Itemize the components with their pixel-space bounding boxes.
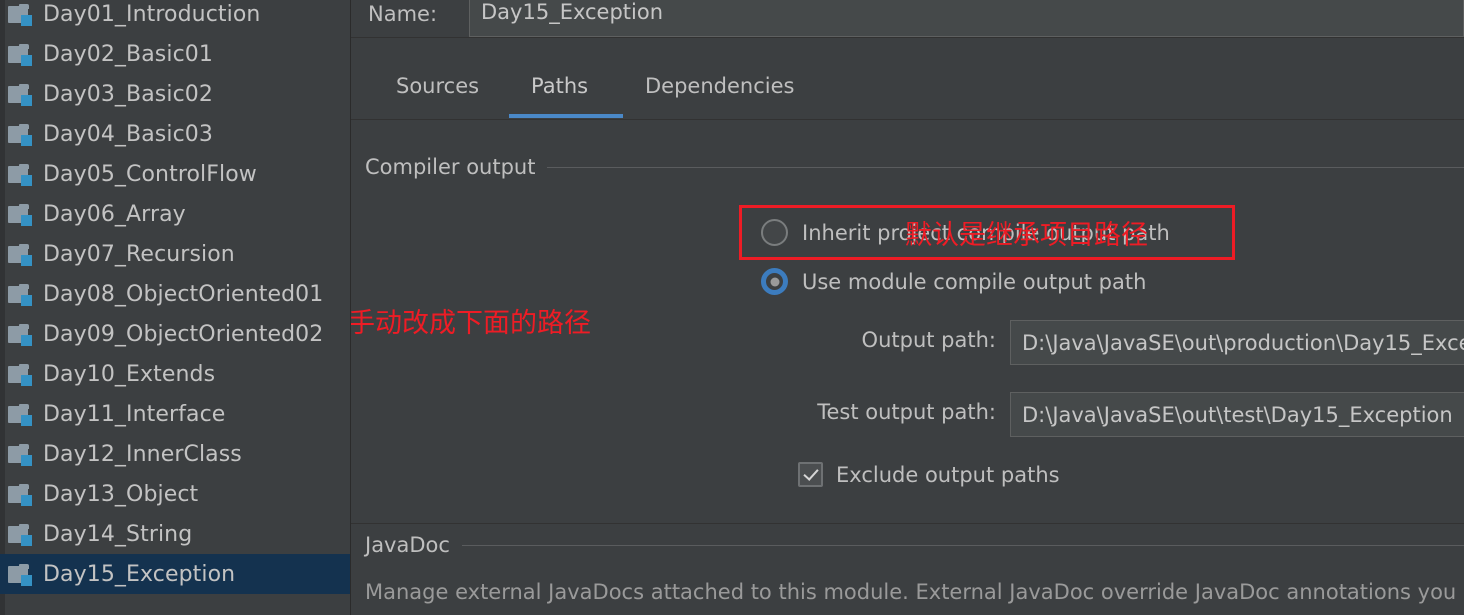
test-output-path-row: Test output path: D:\Java\JavaSE\out\tes… (351, 392, 1464, 437)
tabs-bottom-border (351, 119, 1464, 120)
folder-module-icon (8, 163, 34, 186)
javadoc-divider (351, 523, 1464, 524)
test-output-path-label: Test output path: (817, 400, 996, 424)
module-tree-item[interactable]: Day06_Array (0, 194, 350, 234)
module-tree-item[interactable]: Day14_String (0, 514, 350, 554)
exclude-output-paths-label: Exclude output paths (836, 462, 1060, 487)
detail-tabs[interactable]: Sources Paths Dependencies (351, 38, 1464, 120)
javadoc-description: Manage external JavaDocs attached to thi… (365, 580, 1457, 604)
folder-module-icon (8, 443, 34, 466)
exclude-output-paths-checkbox[interactable] (798, 462, 823, 487)
module-name-row: Name: Day15_Exception (351, 0, 1464, 37)
module-tree-item[interactable]: Day07_Recursion (0, 234, 350, 274)
module-tree-item-label: Day04_Basic03 (43, 121, 213, 147)
folder-module-icon (8, 3, 34, 26)
module-tree-item[interactable]: Day10_Extends (0, 354, 350, 394)
module-tree-item[interactable]: Day01_Introduction (0, 0, 350, 34)
folder-module-icon (8, 363, 34, 386)
javadoc-title: JavaDoc (365, 533, 450, 557)
tab-dependencies[interactable]: Dependencies (645, 74, 794, 98)
module-tree-item[interactable]: Day09_ObjectOriented02 (0, 314, 350, 354)
module-tree-item-label: Day14_String (43, 521, 193, 547)
output-path-row: Output path: D:\Java\JavaSE\out\producti… (351, 320, 1464, 365)
folder-module-icon (8, 283, 34, 306)
folder-module-icon (8, 123, 34, 146)
active-tab-underline (509, 114, 623, 118)
module-tree-item-label: Day09_ObjectOriented02 (43, 321, 324, 347)
javadoc-section-header: JavaDoc (365, 533, 1464, 557)
section-rule (547, 166, 1464, 168)
folder-module-icon (8, 203, 34, 226)
module-name-label: Name: (368, 2, 438, 26)
compiler-output-title: Compiler output (365, 155, 536, 179)
folder-module-icon (8, 243, 34, 266)
module-tree-item-label: Day03_Basic02 (43, 81, 213, 107)
module-name-input[interactable]: Day15_Exception (469, 0, 1464, 37)
test-output-path-input[interactable]: D:\Java\JavaSE\out\test\Day15_Exception (1010, 392, 1464, 437)
compiler-output-section-header: Compiler output (365, 155, 1464, 179)
folder-module-icon (8, 323, 34, 346)
module-list-sidebar[interactable]: Day01_Introduction Day02_Basic01 Day03_Bas… (0, 0, 351, 615)
module-tree-item[interactable]: Day05_ControlFlow (0, 154, 350, 194)
output-path-label: Output path: (861, 328, 996, 352)
module-detail-panel: Name: Day15_Exception Sources Paths Depe… (351, 0, 1464, 615)
folder-module-icon (8, 483, 34, 506)
module-settings-window: Day01_Introduction Day02_Basic01 Day03_Bas… (0, 0, 1464, 615)
module-tree-item-label: Day07_Recursion (43, 241, 235, 267)
radio-use-module-output[interactable] (761, 268, 788, 295)
radio-inherit-project-output[interactable] (761, 219, 788, 246)
module-tree-item-label: Day10_Extends (43, 361, 216, 387)
radio-use-module-output-label: Use module compile output path (802, 269, 1147, 294)
exclude-output-paths-row[interactable]: Exclude output paths (798, 462, 1060, 487)
annotation-text-inherit: 默认是继承项目路径 (905, 220, 1148, 251)
tab-sources[interactable]: Sources (396, 74, 479, 98)
folder-module-icon (8, 403, 34, 426)
module-tree-item[interactable]: Day02_Basic01 (0, 34, 350, 74)
folder-module-icon (8, 83, 34, 106)
radio-row-use-module-output[interactable]: Use module compile output path (761, 268, 1146, 295)
module-tree-item-label: Day08_ObjectOriented01 (43, 281, 324, 307)
module-tree-item-label: Day15_Exception (43, 561, 236, 587)
tab-paths[interactable]: Paths (531, 74, 588, 98)
module-tree[interactable]: Day01_Introduction Day02_Basic01 Day03_Bas… (0, 0, 350, 594)
section-rule (461, 544, 1464, 546)
module-tree-item[interactable]: Day15_Exception (0, 554, 350, 594)
module-tree-item[interactable]: Day11_Interface (0, 394, 350, 434)
module-tree-item-label: Day05_ControlFlow (43, 161, 257, 187)
folder-module-icon (8, 523, 34, 546)
folder-module-icon (8, 563, 34, 586)
module-tree-item-label: Day12_InnerClass (43, 441, 242, 467)
output-path-input[interactable]: D:\Java\JavaSE\out\production\Day15_Exce… (1010, 320, 1464, 365)
module-tree-item[interactable]: Day08_ObjectOriented01 (0, 274, 350, 314)
folder-module-icon (8, 43, 34, 66)
module-tree-item-label: Day11_Interface (43, 401, 226, 427)
module-tree-item[interactable]: Day13_Object (0, 474, 350, 514)
module-tree-item[interactable]: Day04_Basic03 (0, 114, 350, 154)
module-tree-item-label: Day01_Introduction (43, 1, 261, 27)
module-tree-item-label: Day13_Object (43, 481, 199, 507)
module-tree-item-label: Day06_Array (43, 201, 186, 227)
module-tree-item[interactable]: Day03_Basic02 (0, 74, 350, 114)
module-tree-item-label: Day02_Basic01 (43, 41, 213, 67)
module-tree-item[interactable]: Day12_InnerClass (0, 434, 350, 474)
